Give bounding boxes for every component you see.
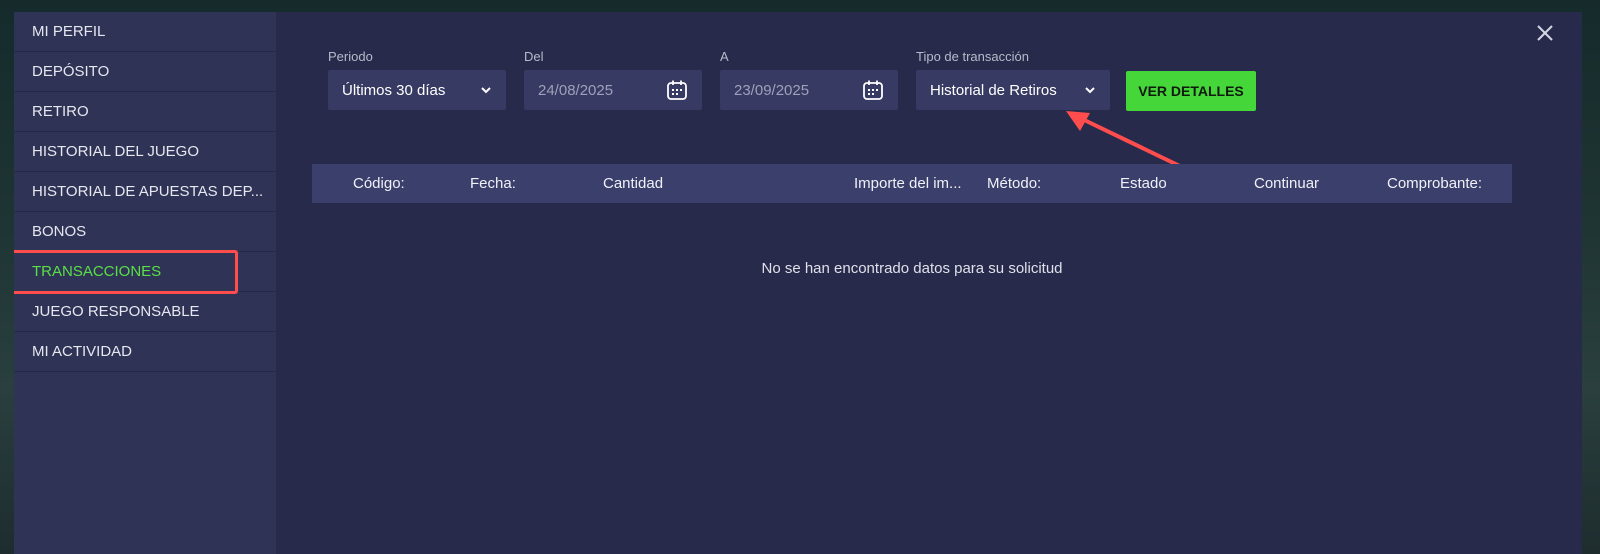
column-header-comprobante[interactable]: Comprobante: <box>1387 164 1482 203</box>
column-header-estado[interactable]: Estado <box>1120 164 1167 203</box>
calendar-icon[interactable] <box>666 79 688 101</box>
column-header-codigo[interactable]: Código: <box>353 164 405 203</box>
from-date-label: Del <box>524 49 544 64</box>
chevron-down-icon <box>1085 87 1095 94</box>
from-date-field[interactable]: 24/08/2025 <box>524 70 702 110</box>
chevron-down-icon <box>481 87 491 94</box>
table-header: Código: Fecha: Cantidad Importe del im..… <box>312 164 1512 203</box>
sidebar: MI PERFIL DEPÓSITO RETIRO HISTORIAL DEL … <box>14 12 276 554</box>
from-date-value: 24/08/2025 <box>538 81 614 99</box>
column-header-importe[interactable]: Importe del im... <box>854 164 972 203</box>
empty-state-message: No se han encontrado datos para su solic… <box>761 260 1063 277</box>
to-date-field[interactable]: 23/09/2025 <box>720 70 898 110</box>
sidebar-item-retiro[interactable]: RETIRO <box>14 92 276 132</box>
sidebar-item-historial-juego[interactable]: HISTORIAL DEL JUEGO <box>14 132 276 172</box>
column-header-fecha[interactable]: Fecha: <box>470 164 516 203</box>
sidebar-item-juego-responsable[interactable]: JUEGO RESPONSABLE <box>14 292 276 332</box>
sidebar-item-bonos[interactable]: BONOS <box>14 212 276 252</box>
sidebar-item-mi-perfil[interactable]: MI PERFIL <box>14 12 276 52</box>
calendar-icon[interactable] <box>862 79 884 101</box>
close-icon[interactable] <box>1536 24 1554 42</box>
period-value: Últimos 30 días <box>342 81 446 99</box>
view-details-button[interactable]: VER DETALLES <box>1126 71 1256 111</box>
column-header-cantidad[interactable]: Cantidad <box>603 164 663 203</box>
to-date-value: 23/09/2025 <box>734 81 810 99</box>
sidebar-item-mi-actividad[interactable]: MI ACTIVIDAD <box>14 332 276 372</box>
sidebar-item-transacciones[interactable]: TRANSACCIONES <box>14 252 276 292</box>
period-select[interactable]: Últimos 30 días <box>328 70 506 110</box>
sidebar-item-historial-apuestas[interactable]: HISTORIAL DE APUESTAS DEP... <box>14 172 276 212</box>
to-date-label: A <box>720 49 729 64</box>
sidebar-item-deposito[interactable]: DEPÓSITO <box>14 52 276 92</box>
main-panel: Periodo Últimos 30 días Del 24/08/2025 A… <box>276 12 1582 554</box>
transaction-type-value: Historial de Retiros <box>930 81 1057 99</box>
transaction-type-label: Tipo de transacción <box>916 49 1029 64</box>
transaction-type-select[interactable]: Historial de Retiros <box>916 70 1110 110</box>
account-modal: MI PERFIL DEPÓSITO RETIRO HISTORIAL DEL … <box>14 12 1582 554</box>
column-header-continuar[interactable]: Continuar <box>1254 164 1319 203</box>
column-header-metodo[interactable]: Método: <box>987 164 1041 203</box>
period-label: Periodo <box>328 49 373 64</box>
